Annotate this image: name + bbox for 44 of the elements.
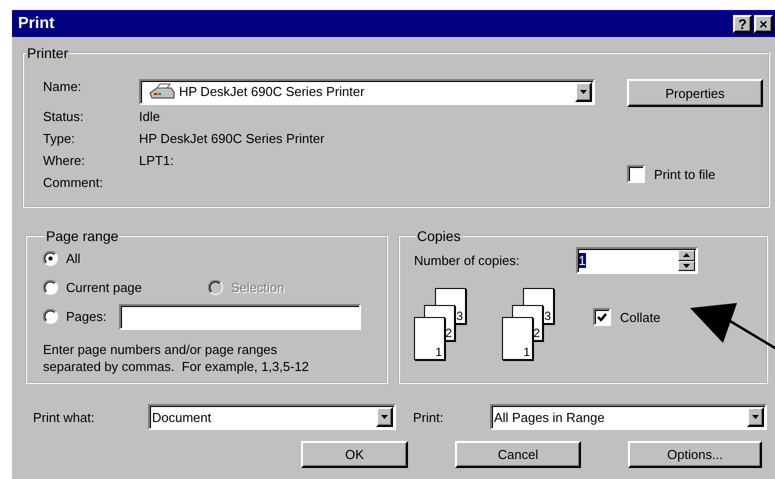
page-sheet: 1 — [502, 317, 533, 360]
properties-button[interactable]: Properties — [627, 79, 763, 107]
radio-label: All — [66, 251, 80, 266]
printer-icon — [149, 82, 175, 100]
radio-button[interactable] — [43, 280, 58, 295]
dialog-button[interactable]: Cancel — [455, 441, 581, 468]
group-label: Printer — [26, 45, 70, 61]
print-combo[interactable]: All Pages in Range — [490, 404, 767, 430]
info-value: LPT1: — [139, 152, 175, 168]
field-label: Number of copies: — [414, 253, 520, 268]
info-value: HP DeskJet 690C Series Printer — [139, 130, 326, 146]
checkbox-label: Print to file — [654, 166, 716, 182]
radio-button[interactable] — [43, 309, 58, 324]
printer-combo[interactable]: HP DeskJet 690C Series Printer — [139, 78, 595, 104]
copies-field[interactable]: 1 — [576, 247, 698, 274]
checkbox[interactable] — [627, 165, 645, 183]
close-button[interactable]: × — [754, 14, 773, 32]
page-sheet: 1 — [414, 317, 445, 360]
field-label: Print: — [413, 410, 444, 424]
radio-label: Current page — [66, 280, 142, 295]
hint-text: Enter page numbers and/or page ranges — [43, 341, 278, 358]
info-label: Type: — [43, 130, 76, 146]
radio-button[interactable] — [43, 251, 58, 266]
info-label: Comment: — [43, 174, 104, 190]
info-label: Where: — [43, 152, 86, 168]
field-label: Print what: — [33, 410, 94, 424]
dialog-button[interactable]: OK — [301, 441, 408, 468]
checkbox-label: Collate — [620, 310, 660, 324]
help-button[interactable]: ? — [733, 14, 752, 32]
hint-text: separated by commas. For example, 1,3,5-12 — [43, 358, 310, 375]
dialog-button[interactable]: Options... — [628, 441, 762, 468]
spin-arrows-icon[interactable] — [678, 250, 694, 271]
radio-label: Selection — [230, 280, 284, 295]
group-label: Copies — [416, 228, 462, 244]
info-value: Idle — [139, 108, 161, 124]
group-label: Page range — [45, 228, 120, 244]
print-what-combo[interactable]: Document — [148, 404, 396, 430]
window-title: Print — [18, 14, 54, 32]
checkmark-icon — [597, 312, 607, 322]
field-label: Name: — [43, 78, 82, 96]
checkbox[interactable] — [593, 308, 611, 326]
pages-field[interactable] — [119, 304, 362, 330]
radio-label: Pages: — [66, 309, 106, 324]
info-label: Status: — [43, 108, 84, 124]
